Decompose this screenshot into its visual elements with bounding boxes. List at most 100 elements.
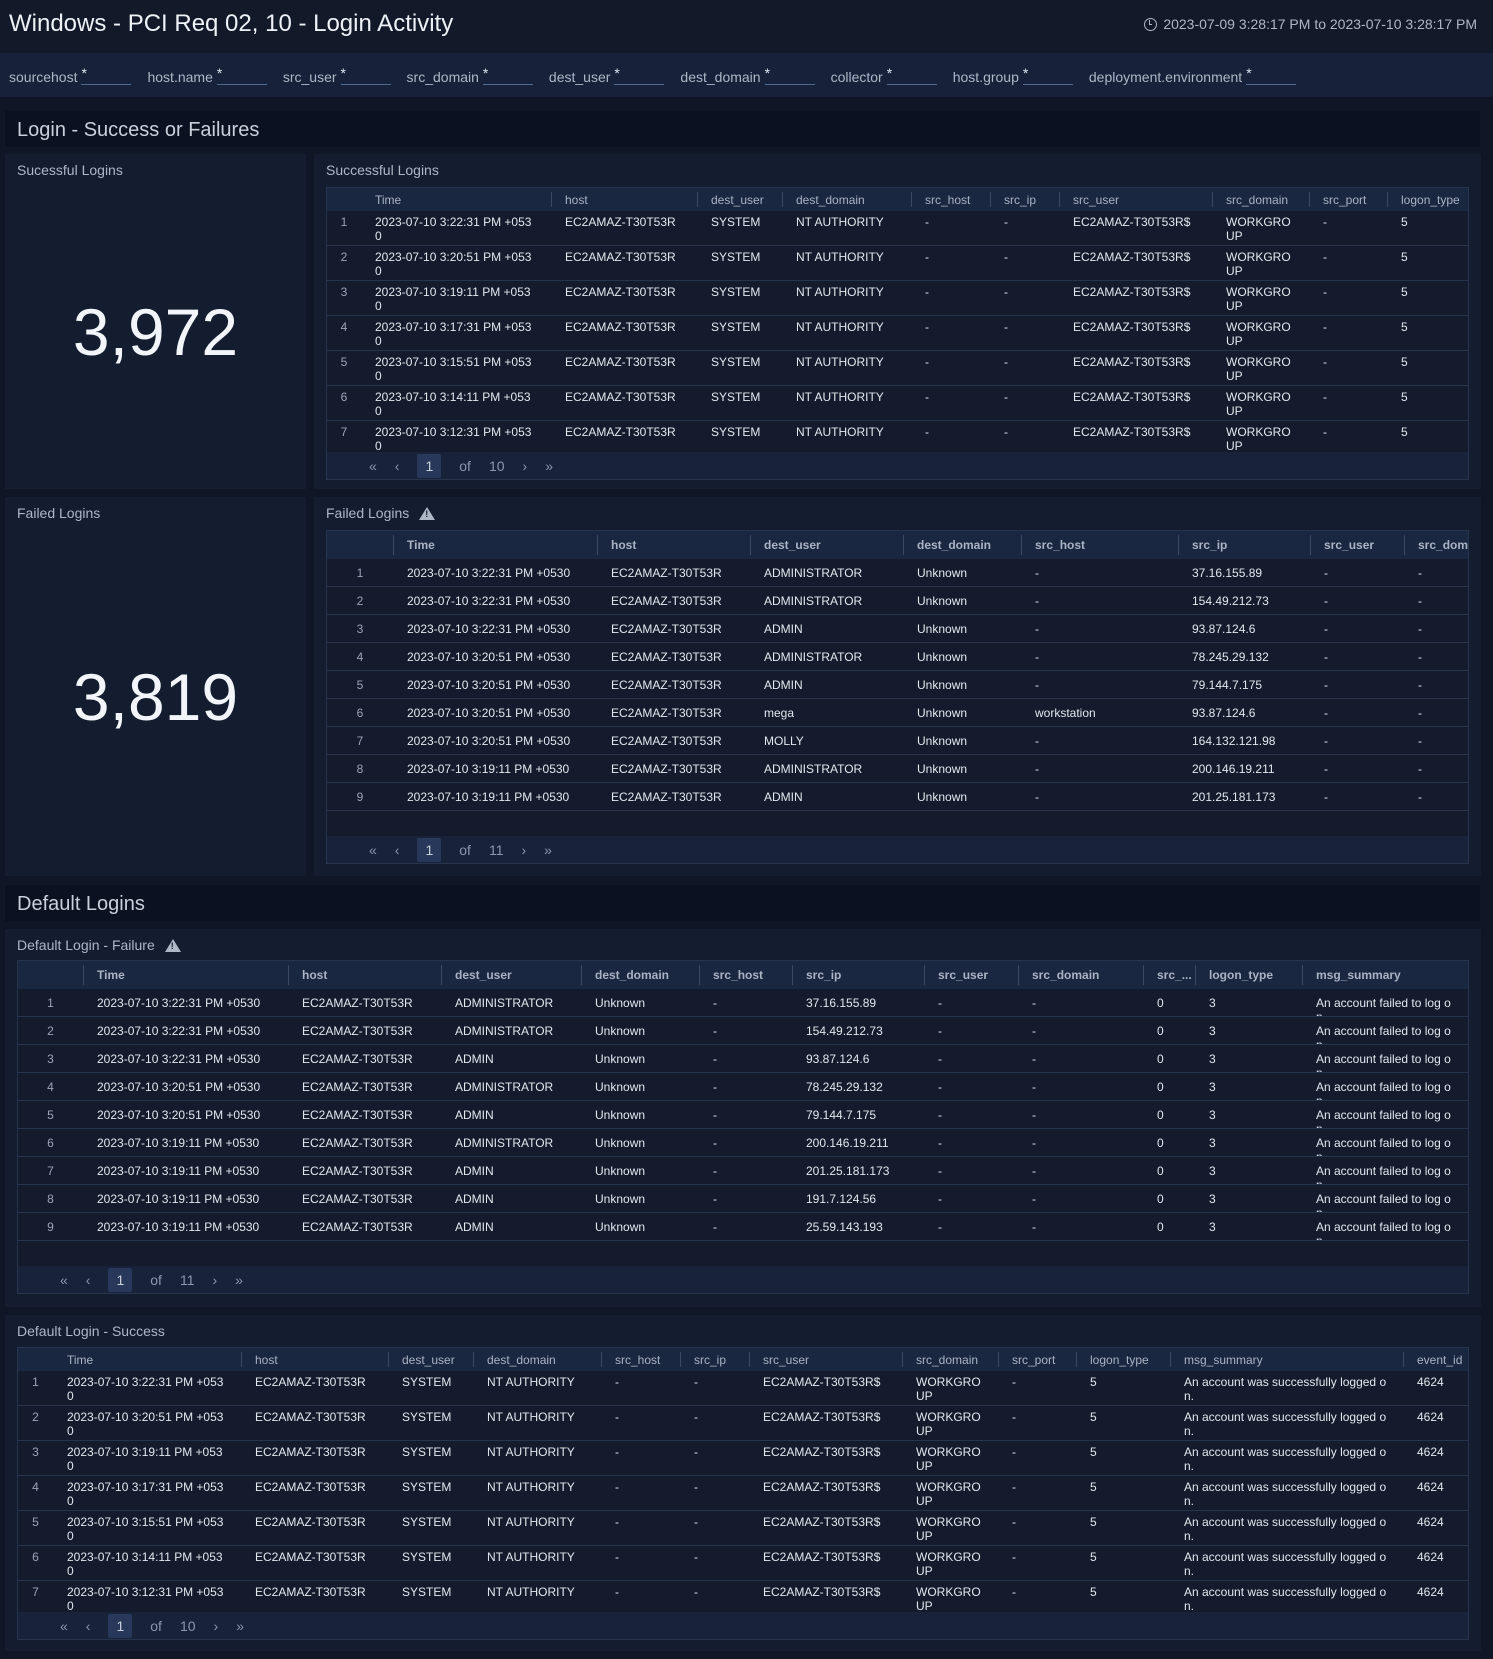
warning-triangle-icon[interactable] [164, 938, 181, 952]
current-page-input[interactable]: 1 [108, 1613, 133, 1638]
column-header-host[interactable]: host [551, 188, 697, 211]
table-row[interactable]: 6 2023-07-10 3:19:11 PM +0530 EC2AMAZ-T30T… [18, 1129, 1468, 1157]
column-header-src_ip[interactable]: src_ip [680, 1348, 749, 1371]
column-header-msg_summary[interactable]: msg_summary [1302, 961, 1468, 989]
time-range-picker[interactable]: 2023-07-09 3:28:17 PM to 2023-07-10 3:28… [1144, 16, 1477, 32]
column-header-index[interactable] [18, 961, 83, 989]
next-page-icon[interactable]: › [523, 458, 528, 474]
table-row[interactable]: 1 2023-07-10 3:22:31 PM +0530 EC2AMAZ-T30T… [327, 211, 1468, 246]
table-body[interactable]: 1 2023-07-10 3:22:31 PM +0530 EC2AMAZ-T30T… [327, 559, 1468, 811]
column-header-src_domain[interactable]: src_domain [902, 1348, 998, 1371]
warning-triangle-icon[interactable] [419, 506, 436, 520]
column-header-dest_user[interactable]: dest_user [697, 188, 782, 211]
table-row[interactable]: 3 2023-07-10 3:22:31 PM +0530 EC2AMAZ-T30T… [327, 615, 1468, 643]
column-header-src_port[interactable]: src_port [1309, 188, 1387, 211]
first-page-icon[interactable]: « [60, 1618, 68, 1634]
filter-dest_user[interactable]: dest_user * [549, 65, 665, 85]
table-row[interactable]: 7 2023-07-10 3:20:51 PM +0530 EC2AMAZ-T30T… [327, 727, 1468, 755]
filter-value-input[interactable]: * [886, 65, 937, 85]
filter-value-input[interactable]: * [614, 65, 665, 85]
column-header-src_ip[interactable]: src_ip [1178, 531, 1310, 559]
table-row[interactable]: 3 2023-07-10 3:19:11 PM +0530 EC2AMAZ-T30T… [18, 1441, 1468, 1476]
column-header-index[interactable] [18, 1348, 53, 1371]
table-body[interactable]: 1 2023-07-10 3:22:31 PM +0530 EC2AMAZ-T30T… [327, 211, 1468, 454]
next-page-icon[interactable]: › [522, 842, 527, 858]
filter-value-input[interactable]: * [1246, 65, 1297, 85]
current-page-input[interactable]: 1 [108, 1267, 133, 1292]
column-header-dest_domain[interactable]: dest_domain [782, 188, 911, 211]
first-page-icon[interactable]: « [60, 1272, 68, 1288]
table-row[interactable]: 2 2023-07-10 3:22:31 PM +0530 EC2AMAZ-T30T… [327, 587, 1468, 615]
column-header-logon_type[interactable]: logon_type [1195, 961, 1302, 989]
column-header-dest_user[interactable]: dest_user [388, 1348, 473, 1371]
table-row[interactable]: 2 2023-07-10 3:20:51 PM +0530 EC2AMAZ-T30T… [18, 1406, 1468, 1441]
column-header-Time[interactable]: Time [53, 1348, 241, 1371]
column-header-src_user[interactable]: src_user [924, 961, 1018, 989]
filter-sourcehost[interactable]: sourcehost * [9, 65, 132, 85]
column-header-Time[interactable]: Time [393, 531, 597, 559]
table-row[interactable]: 2 2023-07-10 3:20:51 PM +0530 EC2AMAZ-T30T… [327, 246, 1468, 281]
table-row[interactable]: 1 2023-07-10 3:22:31 PM +0530 EC2AMAZ-T30T… [327, 559, 1468, 587]
column-header-host[interactable]: host [597, 531, 750, 559]
table-row[interactable]: 6 2023-07-10 3:14:11 PM +0530 EC2AMAZ-T30T… [18, 1546, 1468, 1581]
table-row[interactable]: 4 2023-07-10 3:17:31 PM +0530 EC2AMAZ-T30T… [327, 316, 1468, 351]
column-header-src_user[interactable]: src_user [749, 1348, 902, 1371]
table-body[interactable]: 1 2023-07-10 3:22:31 PM +0530 EC2AMAZ-T30T… [18, 989, 1468, 1241]
table-row[interactable]: 5 2023-07-10 3:15:51 PM +0530 EC2AMAZ-T30T… [18, 1511, 1468, 1546]
column-header-src_domain[interactable]: src_domain [1018, 961, 1143, 989]
filter-value-input[interactable]: * [764, 65, 815, 85]
last-page-icon[interactable]: » [545, 458, 553, 474]
prev-page-icon[interactable]: ‹ [395, 458, 400, 474]
column-header-msg_summary[interactable]: msg_summary [1170, 1348, 1403, 1371]
column-header-src_port[interactable]: src_port [998, 1348, 1076, 1371]
table-row[interactable]: 4 2023-07-10 3:20:51 PM +0530 EC2AMAZ-T30T… [327, 643, 1468, 671]
filter-value-input[interactable]: * [216, 65, 267, 85]
column-header-src_ip[interactable]: src_ip [792, 961, 924, 989]
table-row[interactable]: 3 2023-07-10 3:22:31 PM +0530 EC2AMAZ-T30T… [18, 1045, 1468, 1073]
table-row[interactable]: 5 2023-07-10 3:15:51 PM +0530 EC2AMAZ-T30T… [327, 351, 1468, 386]
column-header-src_ip[interactable]: src_ip [990, 188, 1059, 211]
column-header-logon_type[interactable]: logon_type [1387, 188, 1468, 211]
last-page-icon[interactable]: » [544, 842, 552, 858]
filter-host-name[interactable]: host.name * [147, 65, 267, 85]
column-header-src_host[interactable]: src_host [911, 188, 990, 211]
current-page-input[interactable]: 1 [417, 837, 442, 862]
table-row[interactable]: 7 2023-07-10 3:12:31 PM +0530 EC2AMAZ-T30T… [18, 1581, 1468, 1614]
column-header-src_user[interactable]: src_user [1310, 531, 1404, 559]
last-page-icon[interactable]: » [235, 1272, 243, 1288]
first-page-icon[interactable]: « [369, 458, 377, 474]
table-row[interactable]: 4 2023-07-10 3:17:31 PM +0530 EC2AMAZ-T30T… [18, 1476, 1468, 1511]
first-page-icon[interactable]: « [369, 842, 377, 858]
column-header-src_host[interactable]: src_host [1021, 531, 1178, 559]
column-header-src_host[interactable]: src_host [699, 961, 792, 989]
table-body[interactable]: 1 2023-07-10 3:22:31 PM +0530 EC2AMAZ-T30T… [18, 1371, 1468, 1614]
column-header-index[interactable] [327, 531, 393, 559]
table-row[interactable]: 3 2023-07-10 3:19:11 PM +0530 EC2AMAZ-T30T… [327, 281, 1468, 316]
table-row[interactable]: 7 2023-07-10 3:12:31 PM +0530 EC2AMAZ-T30T… [327, 421, 1468, 454]
next-page-icon[interactable]: › [213, 1272, 218, 1288]
column-header-src_user[interactable]: src_user [1059, 188, 1212, 211]
column-header-Time[interactable]: Time [361, 188, 551, 211]
column-header-event_id[interactable]: event_id [1403, 1348, 1468, 1371]
column-header-src_domain[interactable]: src_domain [1212, 188, 1309, 211]
table-row[interactable]: 5 2023-07-10 3:20:51 PM +0530 EC2AMAZ-T30T… [18, 1101, 1468, 1129]
filter-value-input[interactable]: * [81, 65, 132, 85]
table-row[interactable]: 8 2023-07-10 3:19:11 PM +0530 EC2AMAZ-T30T… [327, 755, 1468, 783]
filter-value-input[interactable]: * [482, 65, 533, 85]
column-header-src_[interactable]: src_... [1143, 961, 1195, 989]
table-row[interactable]: 1 2023-07-10 3:22:31 PM +0530 EC2AMAZ-T30T… [18, 989, 1468, 1017]
column-header-dest_domain[interactable]: dest_domain [581, 961, 699, 989]
current-page-input[interactable]: 1 [417, 453, 442, 478]
table-row[interactable]: 5 2023-07-10 3:20:51 PM +0530 EC2AMAZ-T30T… [327, 671, 1468, 699]
prev-page-icon[interactable]: ‹ [86, 1272, 91, 1288]
column-header-index[interactable] [327, 188, 361, 211]
column-header-dest_domain[interactable]: dest_domain [473, 1348, 601, 1371]
table-row[interactable]: 7 2023-07-10 3:19:11 PM +0530 EC2AMAZ-T30T… [18, 1157, 1468, 1185]
table-row[interactable]: 2 2023-07-10 3:22:31 PM +0530 EC2AMAZ-T30T… [18, 1017, 1468, 1045]
filter-collector[interactable]: collector * [831, 65, 937, 85]
filter-deployment-environment[interactable]: deployment.environment * [1089, 65, 1297, 85]
column-header-host[interactable]: host [288, 961, 441, 989]
table-row[interactable]: 1 2023-07-10 3:22:31 PM +0530 EC2AMAZ-T30T… [18, 1371, 1468, 1406]
table-row[interactable]: 9 2023-07-10 3:19:11 PM +0530 EC2AMAZ-T30T… [18, 1213, 1468, 1241]
column-header-logon_type[interactable]: logon_type [1076, 1348, 1170, 1371]
